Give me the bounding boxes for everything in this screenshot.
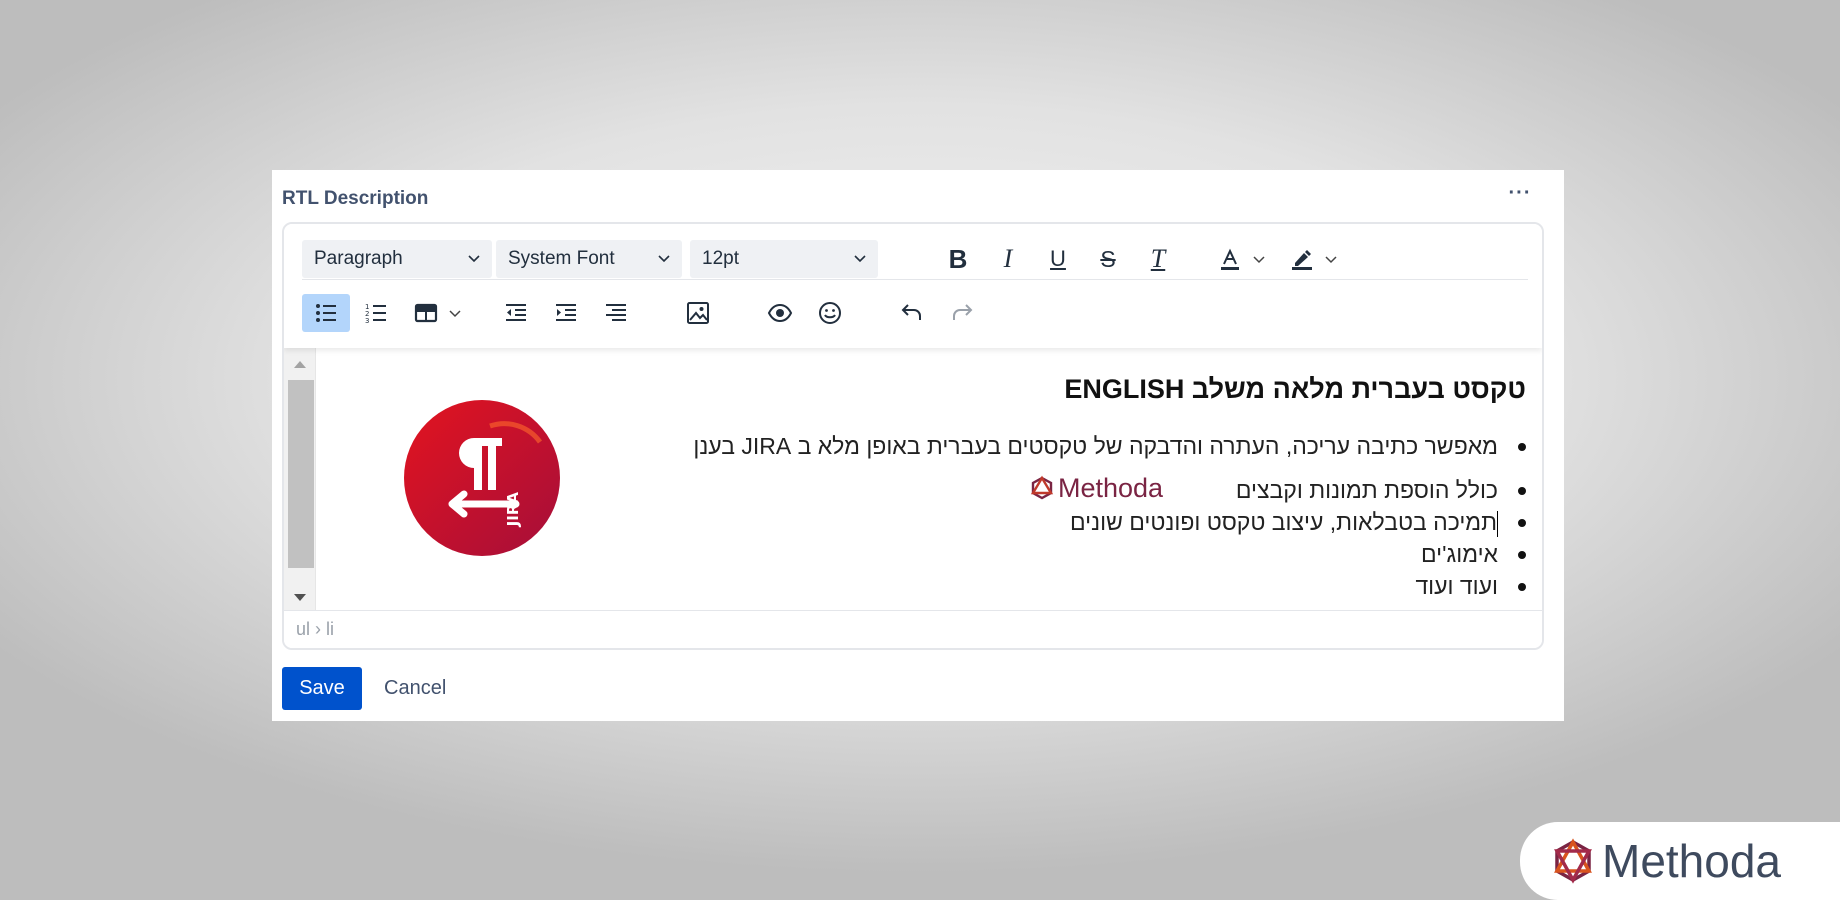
rich-text-editor: Paragraph System Font 12pt B I U S T 1 2…: [282, 222, 1544, 650]
methoda-inline-image[interactable]: Methoda: [1029, 472, 1164, 503]
font-size-select[interactable]: 12pt: [690, 240, 878, 278]
text-cursor: [1497, 510, 1498, 537]
methoda-logo-icon: [1030, 475, 1054, 500]
scroll-down-arrow-icon[interactable]: [292, 592, 308, 604]
highlight-color-button[interactable]: [1282, 240, 1322, 278]
content-heading: טקסט בעברית מלאה משלב ENGLISH: [1064, 374, 1526, 404]
chevron-down-icon[interactable]: [448, 306, 462, 320]
list-item: מאפשר כתיבה עריכה, העתרה והדבקה של טקסטי…: [693, 430, 1526, 462]
field-title: RTL Description: [282, 188, 429, 209]
outdent-icon: [506, 304, 526, 321]
list-item: ועוד ועוד: [693, 570, 1526, 602]
text-color-button[interactable]: [1210, 240, 1250, 278]
text-color-icon: [1221, 248, 1239, 270]
preview-button[interactable]: [760, 294, 800, 332]
methoda-brand-logo: Methoda: [1520, 822, 1840, 900]
editor-toolbar: Paragraph System Font 12pt B I U S T 1 2…: [284, 224, 1542, 348]
outdent-button[interactable]: [496, 294, 536, 332]
more-options-button[interactable]: ···: [1504, 183, 1536, 208]
bullet-list-icon: [316, 304, 336, 322]
bullet-list-button[interactable]: [302, 294, 350, 332]
image-icon: [687, 302, 709, 324]
indent-icon: [556, 304, 576, 321]
emoji-button[interactable]: [810, 294, 850, 332]
block-format-select[interactable]: Paragraph: [302, 240, 492, 278]
list-item: אימוג'ים: [693, 538, 1526, 570]
highlighter-icon: [1292, 250, 1312, 270]
methoda-logo-icon: [1554, 838, 1592, 884]
italic-icon: I: [1003, 244, 1013, 273]
font-family-value: System Font: [508, 248, 615, 269]
numbered-list-button[interactable]: 123: [356, 294, 396, 332]
font-size-value: 12pt: [702, 248, 739, 269]
underline-icon: U: [1050, 246, 1066, 271]
scroll-thumb[interactable]: [288, 380, 314, 568]
content-bullet-list: מאפשר כתיבה עריכה, העתרה והדבקה של טקסטי…: [693, 430, 1526, 602]
undo-button[interactable]: [892, 294, 932, 332]
toolbar-row-formatting: Paragraph System Font 12pt B I U S T: [302, 240, 1528, 280]
indent-button[interactable]: [546, 294, 586, 332]
numbered-list-icon: 123: [365, 303, 386, 325]
editor-scrollbar[interactable]: [284, 348, 316, 612]
rtl-jira-logo-image[interactable]: JIRA: [404, 400, 560, 556]
font-family-select[interactable]: System Font: [496, 240, 682, 278]
insert-image-button[interactable]: [678, 294, 718, 332]
underline-button[interactable]: U: [1038, 240, 1078, 278]
table-icon: [414, 303, 438, 323]
strikethrough-button[interactable]: S: [1088, 240, 1128, 278]
bold-icon: B: [948, 243, 968, 274]
clear-formatting-icon: T: [1150, 244, 1166, 273]
eye-icon: [767, 303, 793, 323]
list-item: תמיכה בטבלאות, עיצוב טקסט ופונטים שונים: [693, 506, 1526, 538]
svg-text:3: 3: [365, 317, 369, 325]
save-button[interactable]: Save: [282, 667, 362, 710]
clear-formatting-button[interactable]: T: [1138, 240, 1178, 278]
cancel-button[interactable]: Cancel: [384, 667, 446, 710]
redo-button[interactable]: [942, 294, 982, 332]
block-format-value: Paragraph: [314, 248, 403, 269]
chevron-down-icon: [658, 255, 670, 263]
undo-icon: [901, 304, 921, 320]
chevron-down-icon[interactable]: [1324, 252, 1338, 266]
align-right-button[interactable]: [596, 294, 636, 332]
list-item-text: תמיכה בטבלאות, עיצוב טקסט ופונטים שונים: [1070, 509, 1497, 535]
editor-content[interactable]: טקסט בעברית מלאה משלב ENGLISH מאפשר כתיב…: [316, 348, 1542, 612]
element-path-statusbar: ul › li: [284, 610, 1542, 648]
strikethrough-icon: S: [1100, 245, 1116, 272]
scroll-up-arrow-icon[interactable]: [292, 358, 308, 370]
align-right-icon: [606, 304, 626, 321]
bold-button[interactable]: B: [938, 240, 978, 278]
redo-icon: [953, 304, 973, 320]
jira-logo-text: JIRA: [504, 492, 522, 528]
chevron-down-icon[interactable]: [1252, 252, 1266, 266]
methoda-inline-text: Methoda: [1058, 472, 1164, 503]
chevron-down-icon: [468, 255, 480, 263]
chevron-down-icon: [854, 255, 866, 263]
italic-button[interactable]: I: [988, 240, 1028, 278]
toolbar-row-insert: 123: [302, 294, 1528, 334]
brand-name: Methoda: [1602, 835, 1782, 887]
table-button[interactable]: [406, 294, 446, 332]
smiley-icon: [819, 302, 841, 324]
rtl-description-panel: RTL Description ··· Paragraph System Fon…: [272, 170, 1564, 721]
